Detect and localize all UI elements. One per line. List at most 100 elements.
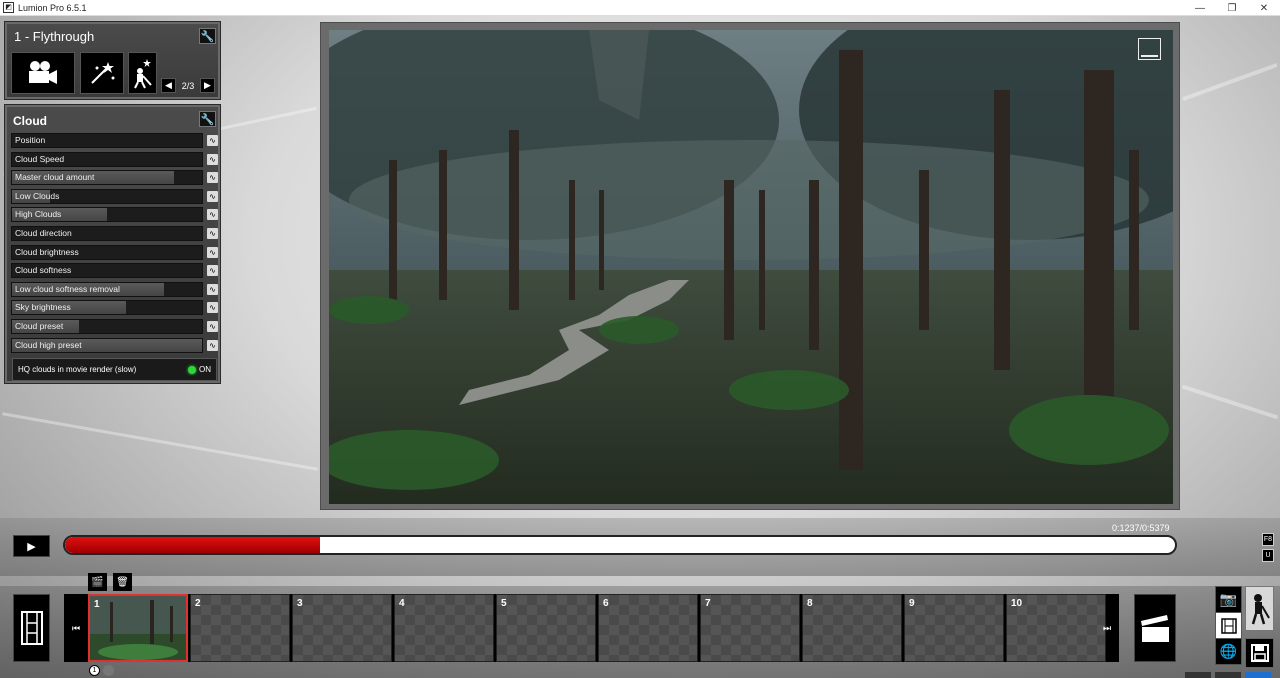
delete-clip-button[interactable]: 🗑 xyxy=(113,573,132,591)
master-cloud-amount-slider[interactable]: Master cloud amount xyxy=(11,170,203,186)
fullscreen-icon[interactable] xyxy=(1138,38,1161,60)
curve-icon[interactable]: ∿ xyxy=(207,283,218,295)
forest-scene-image xyxy=(329,30,1173,504)
camera-icon: 📷 xyxy=(1219,591,1238,607)
curve-icon[interactable]: ∿ xyxy=(207,228,218,239)
camera-panel: 1 - Flythrough 🔧 ◀ 2/3 ▶ xyxy=(5,22,220,99)
cloud-effect-panel: Cloud 🔧 Position ∿ Cloud Speed ∿ Master … xyxy=(5,105,220,383)
weather-effects-button[interactable] xyxy=(128,52,157,94)
clip-slot-2[interactable]: 2 xyxy=(190,594,290,662)
curve-icon[interactable]: ∿ xyxy=(207,302,218,314)
time-readout: 0:1237/0:5379 xyxy=(1112,523,1170,533)
triangle-right-icon: ▶ xyxy=(204,80,211,90)
pager-next-button[interactable]: ▶ xyxy=(200,78,215,93)
film-strip-icon xyxy=(1220,617,1237,634)
render-movie-button[interactable] xyxy=(1134,594,1176,662)
bottom-tab-selected[interactable] xyxy=(1245,672,1271,678)
curve-icon[interactable]: ∿ xyxy=(207,246,218,258)
build-mode-button[interactable] xyxy=(1245,586,1274,631)
u-tag[interactable]: U xyxy=(1262,549,1274,562)
cloud-settings-button[interactable]: 🔧 xyxy=(199,111,216,127)
movie-mode-button[interactable] xyxy=(13,594,50,662)
timeline-progress-bar[interactable] xyxy=(63,535,1177,555)
weather-effects-icon xyxy=(133,59,152,89)
window-title: Lumion Pro 6.5.1 xyxy=(18,2,87,13)
restore-icon[interactable]: ❐ xyxy=(1216,0,1248,16)
clip-number: 1 xyxy=(94,599,100,610)
hq-clouds-toggle[interactable]: HQ clouds in movie render (slow) ON xyxy=(12,358,217,381)
curve-icon[interactable]: ∿ xyxy=(207,321,218,332)
curve-icon[interactable]: ∿ xyxy=(207,190,218,202)
high-clouds-slider[interactable]: High Clouds xyxy=(11,207,203,223)
bottom-tab[interactable] xyxy=(1215,672,1241,678)
play-button[interactable]: ▶ xyxy=(13,535,50,557)
slider-label: Cloud brightness xyxy=(15,246,79,257)
cloud-softness-slider[interactable]: Cloud softness xyxy=(11,263,203,279)
close-icon[interactable]: ✕ xyxy=(1248,0,1280,16)
slider-row-low-cloud-softness-removal: Low cloud softness removal ∿ xyxy=(11,281,218,297)
slider-label: Cloud Speed xyxy=(15,153,65,164)
page-dot-active[interactable]: 1 xyxy=(89,665,100,676)
clip-slot-8[interactable]: 8 xyxy=(802,594,902,662)
open-clip-button[interactable]: 🎬 xyxy=(88,573,107,591)
background-ray xyxy=(1182,63,1278,101)
clapperboard-icon: 🎬 xyxy=(91,576,104,588)
cloud-high-preset-slider[interactable]: Cloud high preset xyxy=(11,337,203,353)
slider-row-position: Position ∿ xyxy=(11,133,218,148)
movie-mode-tab[interactable] xyxy=(1215,612,1242,639)
skip-forward-icon: ⏭ xyxy=(1102,622,1112,633)
clip-number: 9 xyxy=(909,598,915,609)
low-clouds-slider[interactable]: Low Clouds xyxy=(11,188,203,204)
curve-icon[interactable]: ∿ xyxy=(207,339,218,351)
slider-row-cloud-direction: Cloud direction ∿ xyxy=(11,226,218,241)
slider-label: Cloud preset xyxy=(15,321,64,331)
slider-label: Sky brightness xyxy=(15,302,71,313)
bottom-tab[interactable] xyxy=(1185,672,1211,678)
cloud-brightness-slider[interactable]: Cloud brightness xyxy=(11,244,203,260)
f8-tag[interactable]: F8 xyxy=(1262,533,1274,546)
strip-next-button[interactable]: ⏭ xyxy=(1095,594,1119,662)
curve-icon[interactable]: ∿ xyxy=(207,153,218,165)
clip-slot-6[interactable]: 6 xyxy=(598,594,698,662)
clip-slot-3[interactable]: 3 xyxy=(292,594,392,662)
curve-icon[interactable]: ∿ xyxy=(207,209,218,221)
cloud-preset-slider[interactable]: Cloud preset xyxy=(11,319,203,334)
clip-slot-7[interactable]: 7 xyxy=(700,594,800,662)
app-icon: ◩ xyxy=(3,2,14,13)
clip-slot-10[interactable]: 10 xyxy=(1006,594,1106,662)
scene-viewport[interactable] xyxy=(329,30,1173,504)
curve-icon[interactable]: ∿ xyxy=(207,172,218,184)
photo-mode-button[interactable]: 📷 xyxy=(1215,586,1242,613)
clip-slot-5[interactable]: 5 xyxy=(496,594,596,662)
cloud-speed-slider[interactable]: Cloud Speed xyxy=(11,151,203,167)
slider-label: Low Clouds xyxy=(15,190,60,201)
pager-label: 2/3 xyxy=(181,80,195,91)
toggle-state-label: ON xyxy=(199,365,211,374)
movie-camera-button[interactable] xyxy=(11,52,75,94)
pager-prev-button[interactable]: ◀ xyxy=(161,78,176,93)
slider-label: High Clouds xyxy=(15,209,62,220)
strip-prev-button[interactable]: ⏮ xyxy=(64,594,88,662)
curve-icon[interactable]: ∿ xyxy=(207,135,218,146)
clip-slot-9[interactable]: 9 xyxy=(904,594,1004,662)
position-slider[interactable]: Position xyxy=(11,133,203,148)
clip-slot-4[interactable]: 4 xyxy=(394,594,494,662)
save-button[interactable] xyxy=(1245,638,1274,668)
slider-row-cloud-preset: Cloud preset ∿ xyxy=(11,319,218,334)
curve-icon[interactable]: ∿ xyxy=(207,265,218,277)
cloud-direction-slider[interactable]: Cloud direction xyxy=(11,226,203,241)
builder-icon xyxy=(1251,593,1270,624)
sky-brightness-slider[interactable]: Sky brightness xyxy=(11,300,203,316)
low-cloud-softness-removal-slider[interactable]: Low cloud softness removal xyxy=(11,281,203,297)
clip-slot-1[interactable]: 1 xyxy=(88,594,188,662)
background-ray xyxy=(2,412,318,471)
clip-strip: ⏮ 1 2 3 4 5 6 7 8 9 10 ⏭ xyxy=(64,594,1119,662)
background-ray xyxy=(1181,384,1279,420)
minimize-icon[interactable]: — xyxy=(1184,0,1216,16)
page-dot[interactable] xyxy=(103,665,114,676)
hq-clouds-label: HQ clouds in movie render (slow) xyxy=(18,365,137,374)
panorama-mode-button[interactable]: 🌐 xyxy=(1215,638,1242,665)
effects-button[interactable] xyxy=(80,52,124,94)
play-icon: ▶ xyxy=(27,540,36,553)
camera-settings-button[interactable]: 🔧 xyxy=(199,28,216,44)
